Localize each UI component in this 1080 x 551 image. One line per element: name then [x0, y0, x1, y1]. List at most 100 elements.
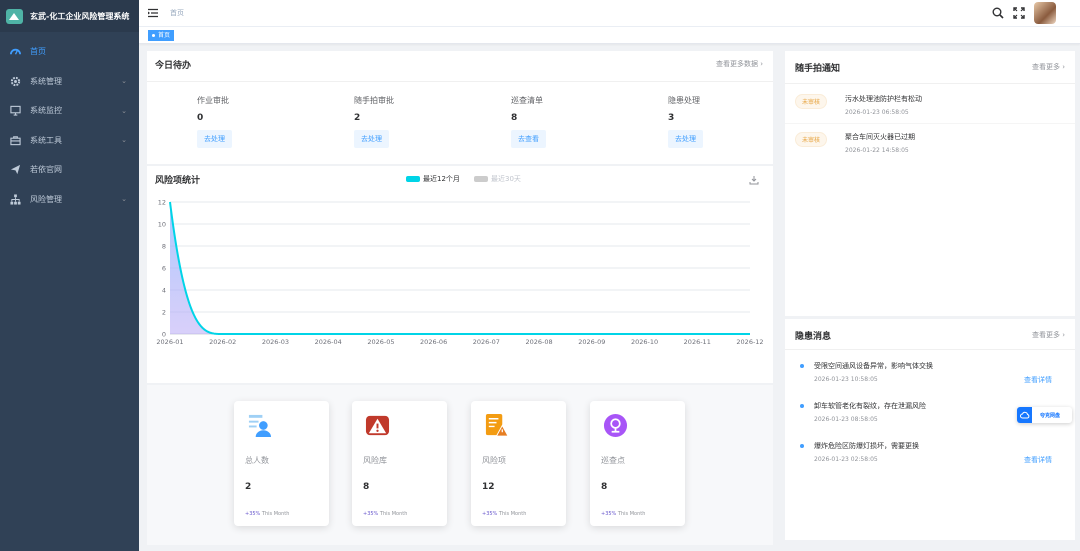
legend-label: 最近12个月: [423, 175, 460, 183]
hamburger-icon[interactable]: [148, 8, 158, 18]
floating-cloud-drive-button[interactable]: 夸克网盘: [1017, 407, 1072, 423]
avatar[interactable]: [1034, 2, 1056, 24]
legend-swatch: [474, 176, 488, 182]
fullscreen-icon[interactable]: [1013, 7, 1025, 19]
y-tick-label: 2: [162, 309, 166, 317]
snapshot-notice-card: 随手拍通知 查看更多 › 未审核 污水处理池防护栏有松动 2026-01-23 …: [785, 51, 1075, 316]
todo-card: 今日待办 查看更多数据 › 作业审批 0 去处理 随手拍审批 2 去处理 巡查清…: [147, 51, 773, 164]
y-tick-label: 6: [162, 265, 166, 273]
sidebar-item-label: 系统管理: [30, 76, 62, 86]
stat-card-risk-items[interactable]: 风险项 12 +35% This Month: [471, 401, 566, 526]
todo-count: 3: [668, 113, 675, 123]
list-item: 爆炸危险区防爆灯损坏，需要更换 2026-01-23 02:58:05 查看详情: [800, 441, 1065, 469]
y-tick-label: 12: [158, 199, 166, 207]
sidebar-item-label: 风险管理: [30, 194, 62, 204]
risk-chart-card: 风险项统计 最近12个月 最近30天 0 2 4 6 8 10 12 2026-01 2026-…: [147, 166, 773, 383]
process-button[interactable]: 去处理: [197, 130, 232, 148]
todo-title: 今日待办: [155, 61, 192, 71]
legend-item-12-months[interactable]: 最近12个月: [406, 174, 460, 184]
stat-footer: +35% This Month: [363, 511, 408, 517]
sidebar-item-label: 系统工具: [30, 135, 62, 145]
x-tick-label: 2026-11: [684, 338, 711, 346]
bullet-dot: [800, 444, 804, 448]
process-button[interactable]: 去处理: [668, 130, 703, 148]
sidebar-item-system-management[interactable]: 系统管理 ⌄: [0, 67, 139, 97]
hierarchy-icon: [10, 194, 21, 205]
todo-count: 2: [354, 113, 361, 123]
list-item: 受限空间通风设备异常，影响气体交换 2026-01-23 10:58:05 查看…: [800, 361, 1065, 389]
paper-plane-icon: [10, 164, 21, 175]
hazard-title: 卸车软管老化有裂纹，存在泄漏风险: [814, 402, 926, 410]
tag-home[interactable]: 首页: [148, 30, 175, 41]
top-navbar: 首页: [139, 0, 1080, 27]
todo-item-snapshot-approval: 随手拍审批 2 去处理: [354, 95, 394, 148]
chevron-down-icon: ⌄: [121, 195, 127, 204]
y-tick-label: 4: [162, 287, 166, 295]
todo-label: 巡查清单: [511, 96, 543, 105]
stat-footer: +35% This Month: [482, 511, 527, 517]
stat-card-patrol-points[interactable]: 巡查点 8 +35% This Month: [590, 401, 685, 526]
view-details-link[interactable]: 查看详情: [1024, 375, 1052, 385]
hazard-time: 2026-01-23 02:58:05: [814, 456, 878, 463]
legend-swatch: [406, 176, 420, 182]
sidebar-item-risk-management[interactable]: 风险管理 ⌄: [0, 185, 139, 215]
chevron-down-icon: ⌄: [121, 136, 127, 145]
risk-line-chart: 0246810122026-01 2026-02 2026-03 2026-04 202…: [156, 199, 763, 347]
sidebar: 玄武-化工企业风险管理系统 首页 系统管理 ⌄ 系统监控 ⌄ 系统工具 ⌄ 若依…: [0, 0, 139, 551]
floating-label: 夸克网盘: [1040, 412, 1061, 419]
snapshot-title: 随手拍通知: [795, 64, 841, 74]
dashboard-icon: [10, 46, 21, 57]
download-icon[interactable]: [749, 175, 759, 185]
app-title: 玄武-化工企业风险管理系统: [30, 11, 130, 21]
todo-count: 0: [197, 113, 204, 123]
sidebar-item-home[interactable]: 首页: [0, 37, 139, 67]
hazards-more-link[interactable]: 查看更多 ›: [1032, 330, 1065, 340]
stat-value: 2: [245, 482, 252, 492]
x-tick-label: 2026-08: [526, 338, 553, 346]
stat-footer: +35% This Month: [245, 511, 290, 517]
warning-icon: [365, 415, 390, 436]
location-icon: [603, 413, 628, 438]
sidebar-item-system-tools[interactable]: 系统工具 ⌄: [0, 126, 139, 156]
hazards-title: 隐患消息: [795, 332, 832, 342]
bullet-dot: [800, 404, 804, 408]
list-item[interactable]: 未审核 聚合车间灭火器已过期 2026-01-22 14:58:05: [795, 132, 1065, 160]
todo-count: 8: [511, 113, 518, 123]
hazard-time: 2026-01-23 10:58:05: [814, 376, 878, 383]
stat-card-total-people[interactable]: 总人数 2 +35% This Month: [234, 401, 329, 526]
logo-icon: [6, 8, 23, 24]
chart-title: 风险项统计: [155, 176, 201, 186]
sidebar-item-label: 首页: [30, 47, 46, 57]
view-button[interactable]: 去查看: [511, 130, 546, 148]
sidebar-item-ruoyi-site[interactable]: 若依官网: [0, 155, 139, 185]
stat-value: 8: [363, 482, 370, 492]
gear-icon: [10, 76, 21, 87]
app-logo-area[interactable]: 玄武-化工企业风险管理系统: [0, 0, 139, 32]
x-tick-label: 2026-03: [262, 338, 289, 346]
view-details-link[interactable]: 查看详情: [1024, 455, 1052, 465]
process-button[interactable]: 去处理: [354, 130, 389, 148]
x-tick-label: 2026-01: [156, 338, 183, 346]
header-actions: [992, 2, 1056, 24]
tags-view: 首页: [139, 27, 1080, 44]
stat-card-risk-library[interactable]: 风险库 8 +35% This Month: [352, 401, 447, 526]
todo-label: 随手拍审批: [354, 96, 394, 105]
todo-item-job-approval: 作业审批 0 去处理: [197, 95, 232, 148]
sidebar-item-label: 若依官网: [30, 165, 62, 175]
stat-label: 风险库: [363, 456, 387, 465]
x-tick-label: 2026-06: [420, 338, 447, 346]
notice-time: 2026-01-22 14:58:05: [845, 147, 909, 154]
sidebar-item-system-monitor[interactable]: 系统监控 ⌄: [0, 96, 139, 126]
stat-label: 总人数: [245, 456, 269, 465]
hazard-messages-card: 隐患消息 查看更多 › 受限空间通风设备异常，影响气体交换 2026-01-23…: [785, 319, 1075, 540]
todo-more-link[interactable]: 查看更多数据 ›: [716, 59, 763, 69]
sidebar-item-label: 系统监控: [30, 106, 62, 116]
list-item[interactable]: 未审核 污水处理池防护栏有松动 2026-01-23 06:58:05: [795, 94, 1065, 122]
snapshot-more-link[interactable]: 查看更多 ›: [1032, 62, 1065, 72]
x-tick-label: 2026-12: [736, 338, 763, 346]
notice-title: 污水处理池防护栏有松动: [845, 95, 922, 103]
monitor-icon: [10, 105, 21, 116]
search-icon[interactable]: [992, 7, 1004, 19]
legend-item-30-days[interactable]: 最近30天: [474, 174, 521, 184]
breadcrumb[interactable]: 首页: [170, 8, 184, 18]
